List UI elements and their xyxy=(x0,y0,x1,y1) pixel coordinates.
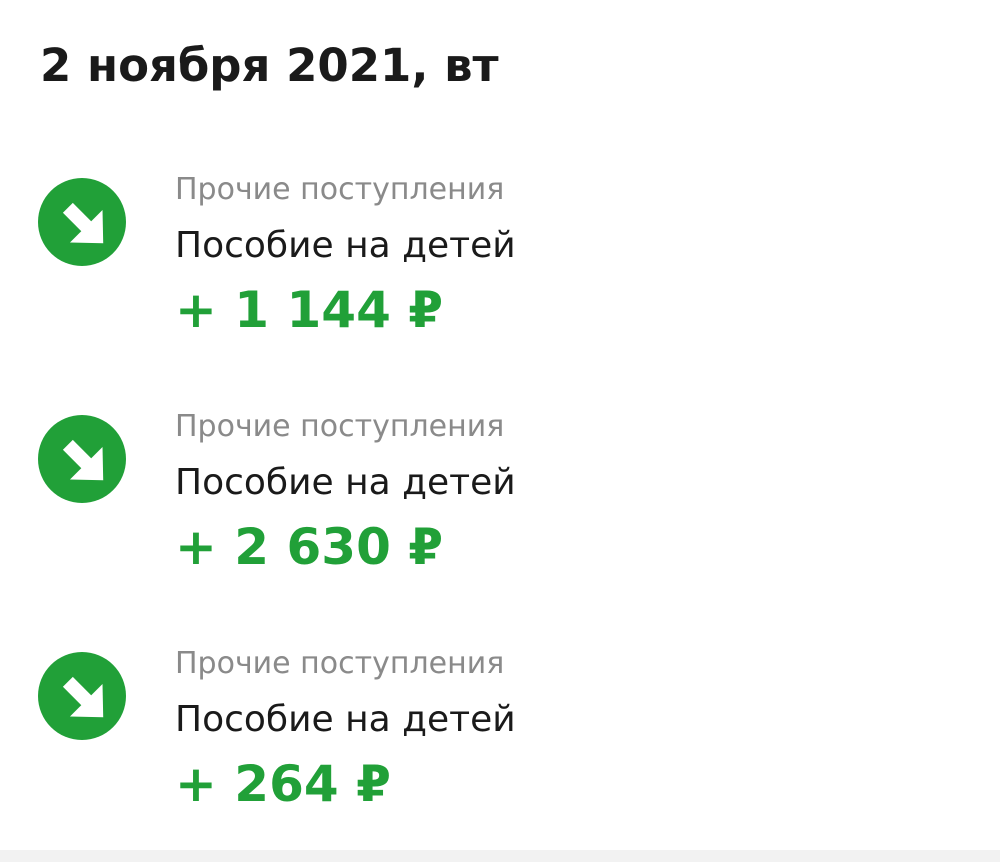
transaction-amount: + 2 630 ₽ xyxy=(175,518,444,576)
transaction-category: Прочие поступления xyxy=(175,172,505,207)
transaction-item[interactable]: Прочие поступления Пособие на детей + 2 … xyxy=(0,397,1000,597)
incoming-arrow-icon xyxy=(38,652,126,740)
transaction-title: Пособие на детей xyxy=(175,699,516,740)
transaction-item[interactable]: Прочие поступления Пособие на детей + 1 … xyxy=(0,160,1000,360)
bottom-divider xyxy=(0,850,1000,862)
transaction-item[interactable]: Прочие поступления Пособие на детей + 26… xyxy=(0,634,1000,834)
transaction-amount: + 264 ₽ xyxy=(175,755,391,813)
date-header: 2 ноября 2021, вт xyxy=(40,39,499,92)
incoming-arrow-icon xyxy=(38,178,126,266)
transaction-category: Прочие поступления xyxy=(175,409,505,444)
transaction-category: Прочие поступления xyxy=(175,646,505,681)
transaction-amount: + 1 144 ₽ xyxy=(175,281,444,339)
transaction-title: Пособие на детей xyxy=(175,225,516,266)
transaction-title: Пособие на детей xyxy=(175,462,516,503)
incoming-arrow-icon xyxy=(38,415,126,503)
